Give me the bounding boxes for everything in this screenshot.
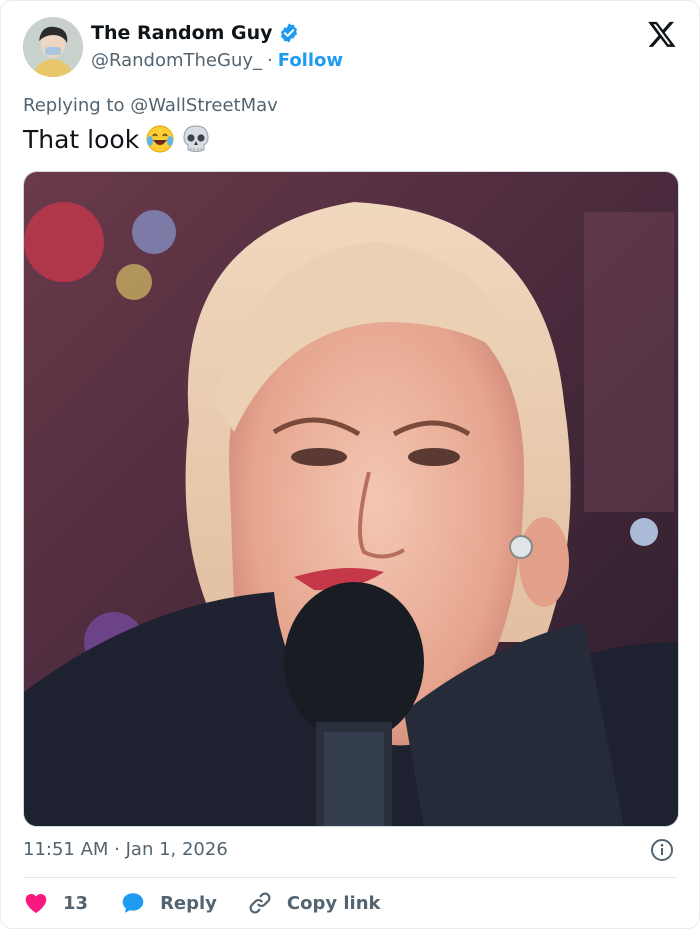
avatar[interactable]: [23, 17, 83, 77]
copy-link-button[interactable]: Copy link: [247, 890, 381, 916]
reply-bubble-icon: [122, 893, 144, 913]
action-bar: 13 Reply Copy link: [23, 888, 381, 918]
x-logo-icon[interactable]: [647, 19, 677, 49]
heart-icon: [25, 894, 47, 914]
author-handle[interactable]: @RandomTheGuy_: [91, 50, 262, 71]
skull-emoji-icon: [181, 124, 211, 154]
joy-emoji-icon: [145, 124, 175, 154]
tweet-body: That look: [23, 124, 140, 154]
author-name-row: The Random Guy: [91, 22, 300, 44]
reply-prefix: Replying to: [23, 95, 125, 116]
copy-link-label: Copy link: [286, 892, 381, 914]
tweet-timestamp[interactable]: 11:51 AM · Jan 1, 2026: [23, 839, 228, 860]
reply-context: Replying to @WallStreetMav: [23, 95, 278, 116]
tweet-photo[interactable]: [23, 171, 679, 827]
follow-button[interactable]: Follow: [278, 50, 343, 71]
handle-row: @RandomTheGuy_ · Follow: [91, 50, 343, 71]
separator: ·: [267, 50, 273, 71]
display-name[interactable]: The Random Guy: [91, 22, 273, 44]
tweet-text: That look: [23, 124, 211, 154]
reply-handle-link[interactable]: @WallStreetMav: [130, 95, 278, 116]
reply-label: Reply: [160, 892, 217, 914]
tweet-card: The Random Guy @RandomTheGuy_ · Follow R…: [0, 0, 700, 929]
link-icon: [249, 892, 271, 914]
divider: [23, 877, 677, 878]
verified-badge-icon: [278, 22, 300, 44]
like-button[interactable]: 13: [23, 890, 88, 916]
info-icon[interactable]: [650, 838, 674, 862]
reply-button[interactable]: Reply: [120, 890, 217, 916]
like-count: 13: [63, 892, 89, 914]
